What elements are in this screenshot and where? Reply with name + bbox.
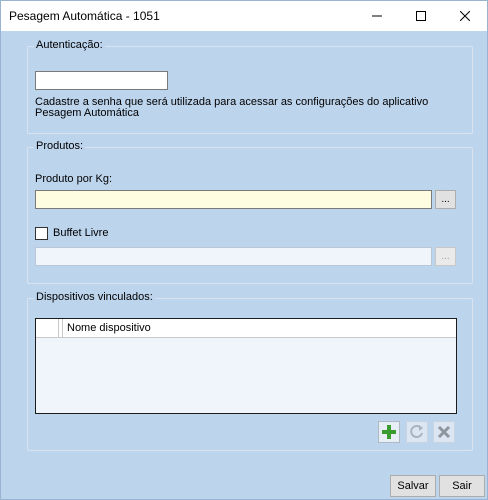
add-device-button[interactable] xyxy=(378,421,400,443)
product-per-kg-browse-button[interactable]: ... xyxy=(435,190,456,209)
buffet-livre-browse-button[interactable]: ... xyxy=(435,247,456,266)
password-input[interactable] xyxy=(35,71,168,90)
products-group-label: Produtos: xyxy=(34,140,86,152)
save-button[interactable]: Salvar xyxy=(390,475,436,497)
close-button[interactable] xyxy=(443,1,487,31)
window-title: Pesagem Automática - 1051 xyxy=(9,9,160,23)
title-bar[interactable]: Pesagem Automática - 1051 xyxy=(1,1,487,31)
devices-group-label: Dispositivos vinculados: xyxy=(34,291,155,303)
column-header-device-name[interactable]: Nome dispositivo xyxy=(67,322,151,334)
buffet-livre-checkbox[interactable] xyxy=(35,227,48,240)
password-hint: Cadastre a senha que será utilizada para… xyxy=(35,96,429,119)
column-separator xyxy=(58,319,63,337)
plus-icon xyxy=(382,425,396,439)
buffet-livre-input[interactable] xyxy=(35,247,432,266)
maximize-icon xyxy=(416,11,426,21)
refresh-icon xyxy=(410,425,423,438)
devices-table-header: Nome dispositivo xyxy=(36,319,456,338)
product-per-kg-input[interactable] xyxy=(35,190,432,209)
auth-group-label: Autenticação: xyxy=(34,39,105,51)
minimize-icon xyxy=(372,15,382,17)
auth-group: Autenticação: xyxy=(27,39,473,134)
buffet-livre-label: Buffet Livre xyxy=(53,227,109,239)
maximize-button[interactable] xyxy=(399,1,443,31)
close-icon xyxy=(460,11,470,21)
devices-table[interactable]: Nome dispositivo xyxy=(35,318,457,414)
exit-button[interactable]: Sair xyxy=(439,475,485,497)
row-header-cell xyxy=(36,319,59,337)
minimize-button[interactable] xyxy=(355,1,399,31)
delete-icon xyxy=(437,425,451,439)
delete-device-button[interactable] xyxy=(433,421,455,443)
dialog-window: Pesagem Automática - 1051 Autenticação: … xyxy=(0,0,488,500)
edit-device-button[interactable] xyxy=(406,421,428,443)
product-per-kg-label: Produto por Kg: xyxy=(35,173,113,185)
